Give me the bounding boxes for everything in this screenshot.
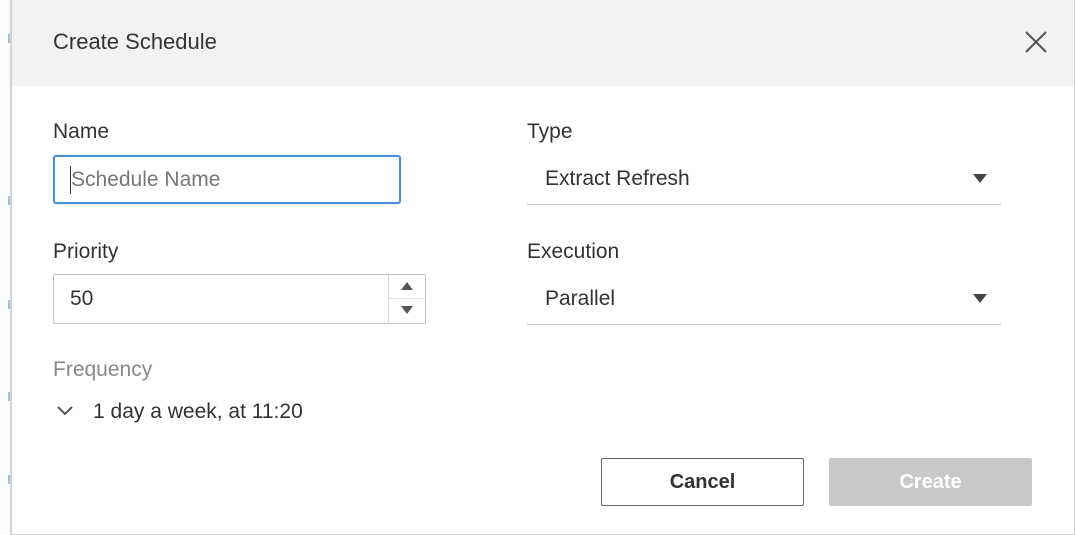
caret-down-icon	[401, 306, 413, 314]
type-select[interactable]: Extract Refresh	[527, 152, 1001, 205]
frequency-summary: 1 day a week, at 11:20	[93, 400, 303, 423]
background-edge-mark	[8, 475, 10, 484]
priority-stepper[interactable]: 50	[53, 274, 426, 324]
frequency-label: Frequency	[53, 358, 153, 381]
create-button[interactable]: Create	[829, 458, 1032, 506]
priority-increment-button[interactable]	[389, 275, 425, 299]
caret-down-icon	[973, 174, 987, 183]
type-label: Type	[527, 120, 573, 143]
stepper-buttons	[388, 275, 425, 323]
text-cursor	[70, 166, 71, 194]
dialog-title: Create Schedule	[53, 29, 217, 54]
page: Create Schedule Name Type Extract Refres…	[0, 0, 1075, 535]
background-edge-mark	[8, 34, 10, 43]
execution-label: Execution	[527, 240, 620, 263]
execution-selected-value: Parallel	[545, 287, 616, 310]
cancel-button[interactable]: Cancel	[601, 458, 804, 506]
chevron-down-icon	[57, 406, 73, 416]
background-edge-mark	[8, 300, 10, 309]
background-window-edge	[0, 0, 11, 535]
close-button[interactable]	[1023, 29, 1049, 55]
type-selected-value: Extract Refresh	[545, 167, 690, 190]
background-edge-mark	[8, 196, 10, 205]
caret-down-icon	[973, 294, 987, 303]
caret-up-icon	[401, 282, 413, 290]
priority-decrement-button[interactable]	[389, 299, 425, 323]
dialog-header: Create Schedule	[12, 0, 1074, 86]
background-edge-mark	[8, 392, 10, 401]
close-icon	[1025, 31, 1047, 53]
name-label: Name	[53, 120, 110, 143]
priority-label: Priority	[53, 240, 119, 263]
priority-value[interactable]: 50	[70, 286, 93, 312]
create-schedule-dialog: Create Schedule Name Type Extract Refres…	[11, 0, 1075, 535]
execution-select[interactable]: Parallel	[527, 272, 1001, 325]
schedule-name-input[interactable]	[53, 155, 401, 204]
